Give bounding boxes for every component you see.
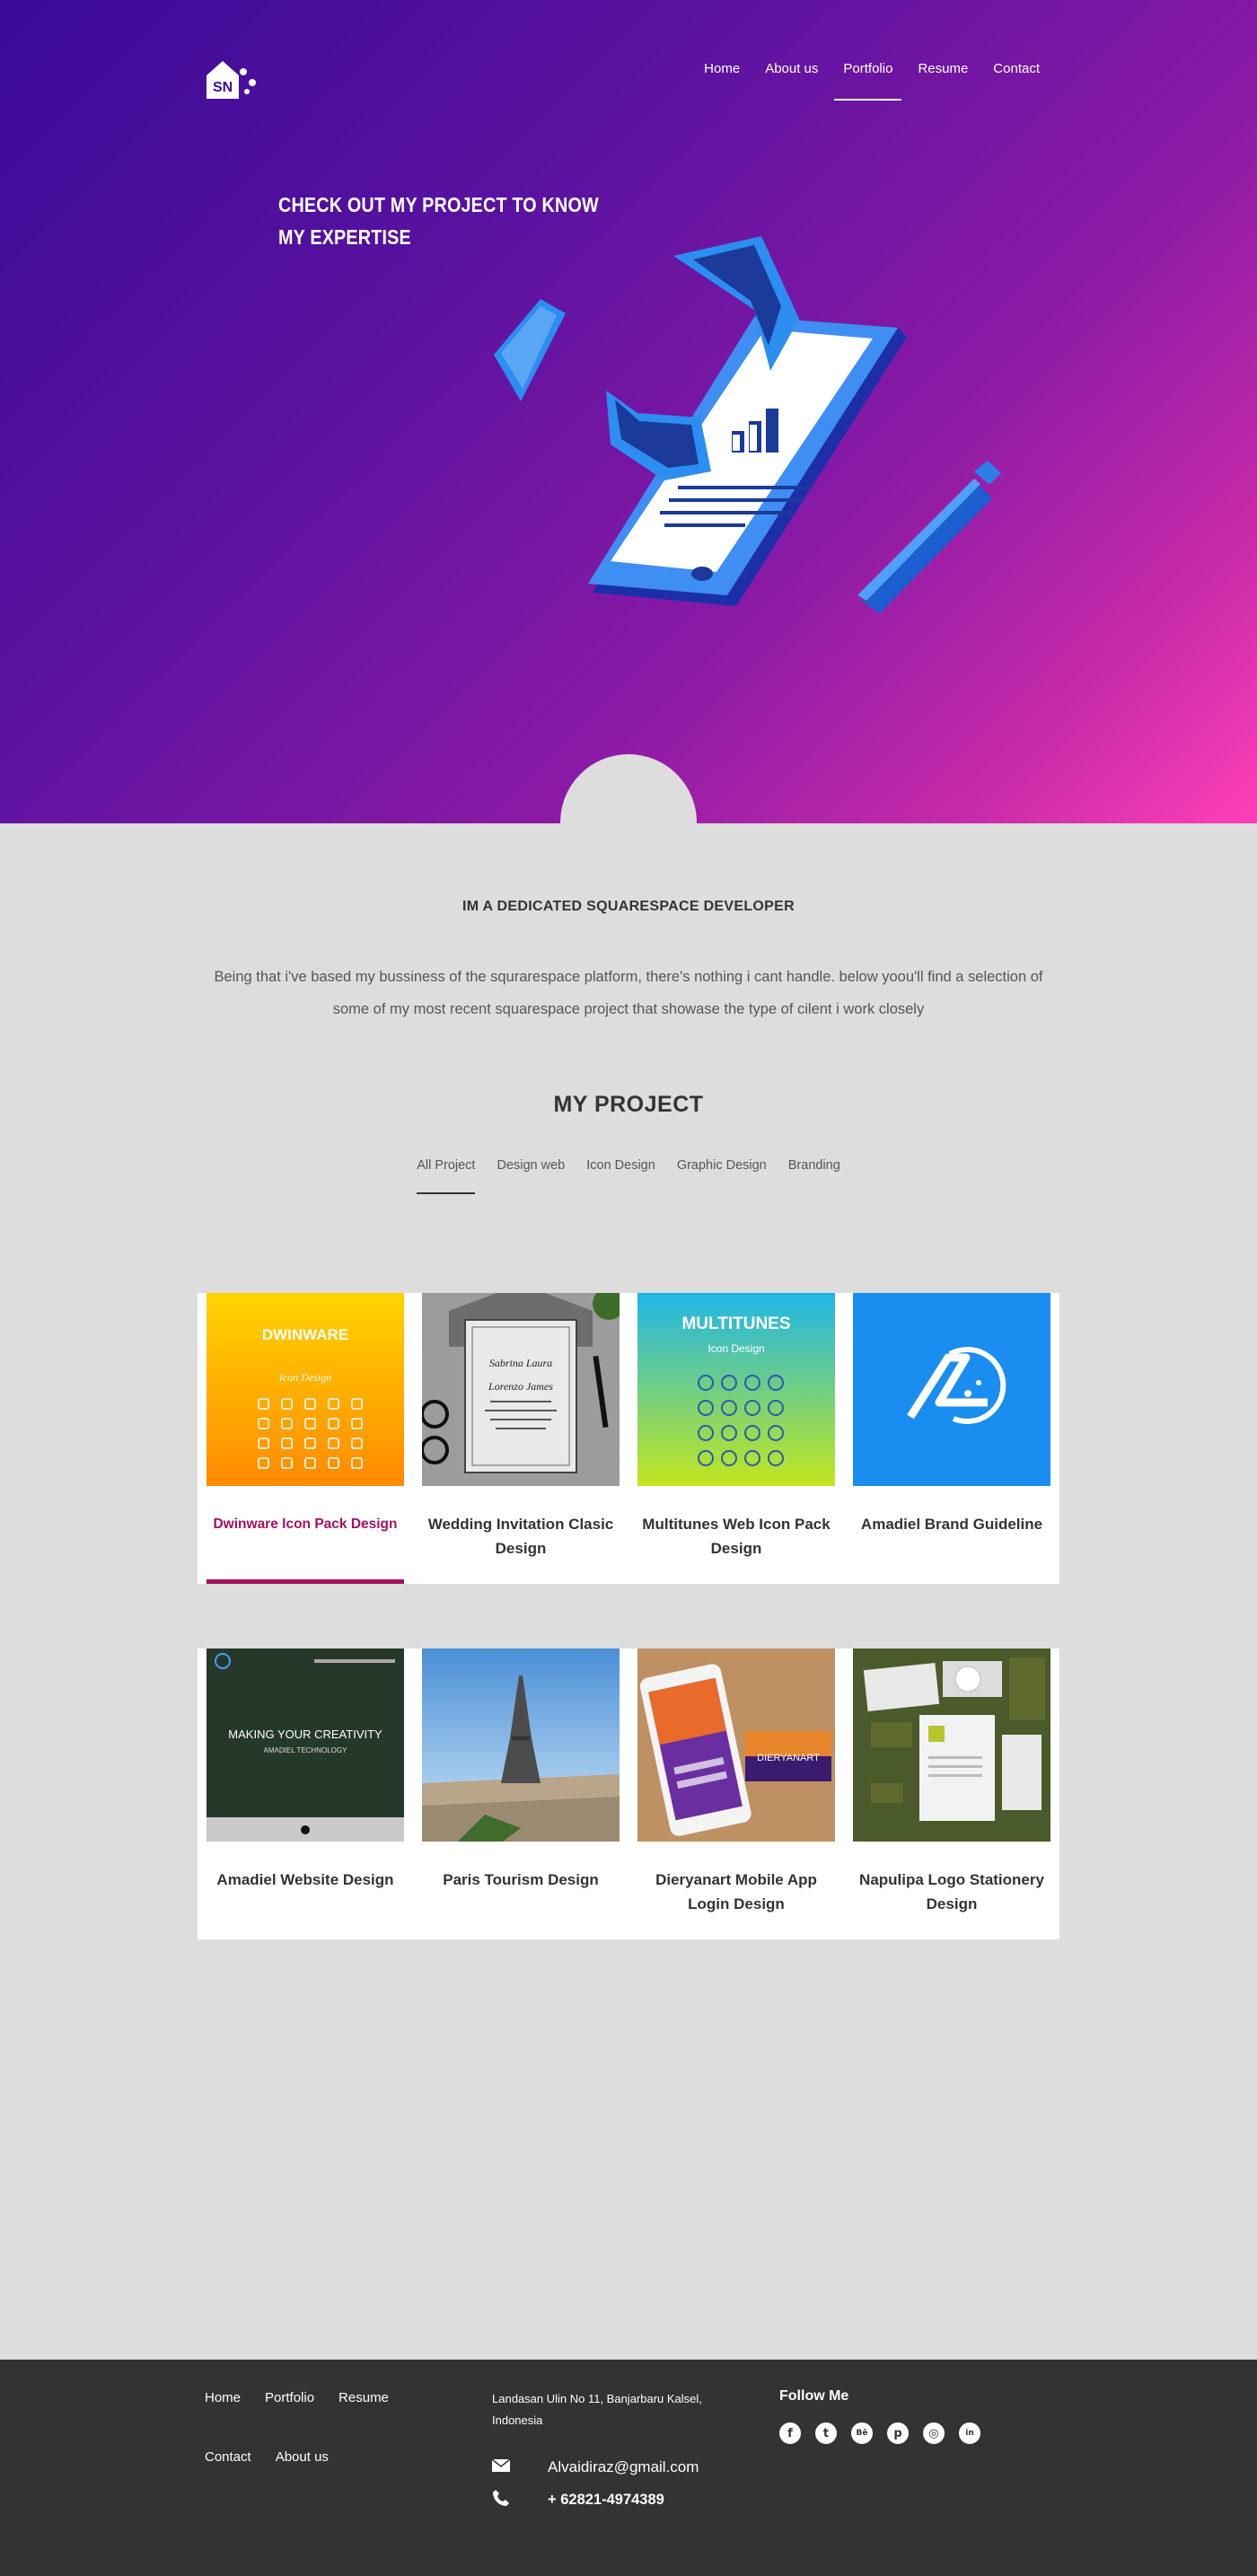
footer-link-home[interactable]: Home [205, 2388, 241, 2408]
project-card[interactable]: Paris Tourism Design [422, 1648, 620, 1939]
thumb-heading: DIERYANART [757, 1753, 820, 1763]
thumb-heading: Sabrina Laura [489, 1357, 552, 1369]
filter-design-web[interactable]: Design web [486, 1158, 576, 1198]
project-row: DWINWARE Icon Design Dwinware Icon Pack … [198, 1293, 1059, 1584]
svg-text:SN: SN [213, 80, 233, 95]
nav-home[interactable]: Home [691, 59, 752, 99]
phone-icon [492, 2489, 548, 2511]
footer-phone[interactable]: + 62821-4974389 [548, 2492, 664, 2509]
filter-icon-design[interactable]: Icon Design [576, 1158, 666, 1198]
instagram-icon[interactable]: ◎ [923, 2422, 945, 2444]
filter-all-project[interactable]: All Project [406, 1158, 486, 1198]
logo[interactable]: SN [205, 56, 262, 101]
project-thumbnail[interactable]: MAKING YOUR CREATIVITY AMADIEL TECHNOLOG… [207, 1648, 404, 1842]
footer-link-portfolio[interactable]: Portfolio [265, 2388, 314, 2408]
project-card[interactable]: Amadiel Brand Guideline [853, 1293, 1050, 1584]
footer-contact: Alvaidiraz@gmail.com + 62821-4974389 [491, 2451, 699, 2516]
nav-resume[interactable]: Resume [905, 59, 980, 99]
behance-icon[interactable]: Bē [851, 2422, 873, 2444]
project-thumbnail[interactable] [853, 1648, 1050, 1842]
project-title[interactable]: Multitunes Web Icon Pack Design [641, 1512, 831, 1561]
project-thumbnail[interactable]: DIERYANART [637, 1648, 835, 1842]
tablet-illustration [494, 236, 1001, 613]
footer-link-contact[interactable]: Contact [205, 2448, 251, 2467]
thumb-heading: MAKING YOUR CREATIVITY [228, 1728, 382, 1741]
nav-about-us[interactable]: About us [752, 59, 831, 99]
hero-section: SN Home About us Portfolio Resume Contact CH… [0, 0, 1257, 823]
social-links: f t Bē p ◎ in [779, 2422, 980, 2444]
thumb-sub: Icon Design [708, 1342, 764, 1355]
nav-portfolio[interactable]: Portfolio [831, 59, 905, 101]
filter-branding[interactable]: Branding [778, 1158, 851, 1198]
footer: Home Portfolio Resume Contact About us Landa… [0, 2360, 1257, 2576]
thumb-sub: Lorenzo James [488, 1380, 553, 1393]
project-thumbnail[interactable]: MULTITUNES Icon Design [637, 1293, 835, 1486]
project-title[interactable]: Dieryanart Mobile App Login Design [641, 1868, 831, 1916]
project-title[interactable]: Napulipa Logo Stationery Design [857, 1868, 1047, 1916]
footer-link-about-us[interactable]: About us [276, 2448, 329, 2467]
hero-notch [560, 754, 697, 823]
project-title[interactable]: Paris Tourism Design [426, 1868, 616, 1892]
project-card[interactable]: DWINWARE Icon Design Dwinware Icon Pack … [207, 1293, 404, 1584]
project-card[interactable]: Napulipa Logo Stationery Design [853, 1648, 1050, 1939]
intro-text: Being that i've based my bussiness of th… [214, 969, 1043, 1017]
project-title[interactable]: Amadiel Website Design [210, 1868, 400, 1892]
main-nav: Home About us Portfolio Resume Contact [691, 59, 1052, 101]
intro-title: IM A DEDICATED SQUARESPACE DEVELOPER [462, 899, 795, 914]
project-row: MAKING YOUR CREATIVITY AMADIEL TECHNOLOG… [198, 1648, 1059, 1939]
facebook-icon[interactable]: f [779, 2422, 801, 2444]
footer-nav: Home Portfolio Resume Contact About us [205, 2388, 420, 2467]
thumb-sub: Icon Design [278, 1371, 331, 1384]
house-logo-icon: SN [207, 61, 256, 99]
footer-link-resume[interactable]: Resume [338, 2388, 389, 2408]
filter-graphic-design[interactable]: Graphic Design [666, 1158, 778, 1198]
thumb-heading: MULTITUNES [681, 1314, 790, 1333]
projects-title: MY PROJECT [553, 1092, 704, 1117]
project-card[interactable]: MULTITUNES Icon Design Multitunes Web Ic… [637, 1293, 835, 1584]
project-thumbnail[interactable] [853, 1293, 1050, 1486]
project-filters: All Project Design web Icon Design Graphic … [0, 1158, 1257, 1198]
envelope-icon [491, 2457, 548, 2476]
project-thumbnail[interactable] [422, 1648, 620, 1842]
footer-email[interactable]: Alvaidiraz@gmail.com [548, 2458, 699, 2476]
follow-title: Follow Me [779, 2388, 849, 2404]
footer-address: Landasan Ulin No 11, Banjarbaru Kalsel, … [492, 2392, 702, 2427]
project-card[interactable]: Sabrina Laura Lorenzo James Wedding Invi… [422, 1293, 620, 1584]
project-title[interactable]: Wedding Invitation Clasic Design [426, 1512, 616, 1561]
project-thumbnail[interactable]: DWINWARE Icon Design [207, 1293, 404, 1486]
project-title[interactable]: Amadiel Brand Guideline [857, 1512, 1047, 1536]
project-thumbnail[interactable]: Sabrina Laura Lorenzo James [422, 1293, 620, 1486]
project-card[interactable]: DIERYANART Dieryanart Mobile App Login De… [637, 1648, 835, 1939]
nav-contact[interactable]: Contact [980, 59, 1052, 99]
project-card[interactable]: MAKING YOUR CREATIVITY AMADIEL TECHNOLOG… [207, 1648, 404, 1939]
thumb-heading: DWINWARE [262, 1326, 348, 1343]
pinterest-icon[interactable]: p [887, 2422, 909, 2444]
project-title[interactable]: Dwinware Icon Pack Design [210, 1512, 400, 1536]
thumb-sub: AMADIEL TECHNOLOGY [264, 1746, 348, 1754]
twitter-icon[interactable]: t [815, 2422, 837, 2444]
linkedin-icon[interactable]: in [959, 2422, 980, 2444]
